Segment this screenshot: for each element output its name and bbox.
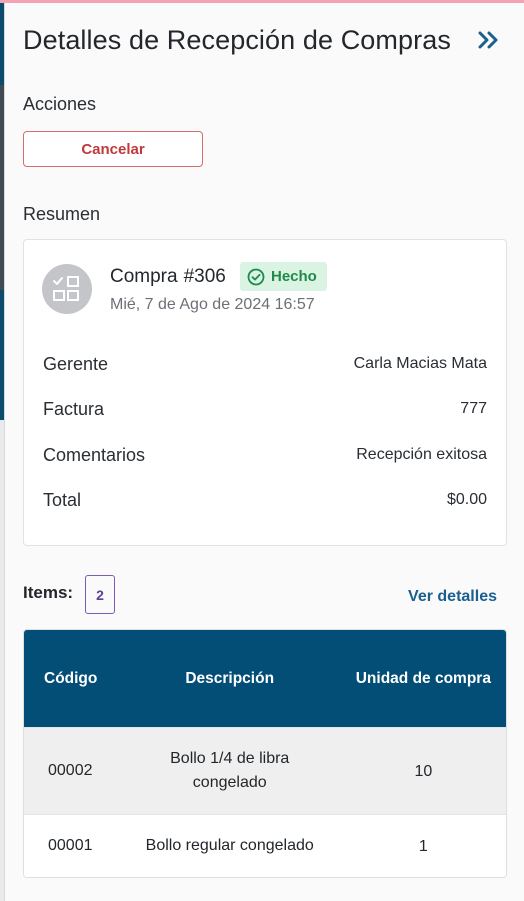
summary-label: Resumen — [23, 204, 101, 224]
column-header-description[interactable]: Descripción — [119, 670, 341, 688]
checklist-icon — [42, 264, 92, 314]
cancel-button[interactable]: Cancelar — [23, 131, 203, 167]
summary-card: Compra #306 Hecho Mié, 7 de Ago de 2024 1… — [23, 239, 507, 546]
cell-unit: 1 — [418, 837, 428, 855]
status-badge: Hecho — [240, 262, 327, 291]
purchase-word: Compra — [110, 266, 178, 287]
view-details-link[interactable]: Ver detalles — [408, 588, 497, 606]
purchase-title: Compra #306 — [110, 266, 226, 288]
actions-label: Acciones — [23, 94, 97, 114]
field-value: Carla Macias Mata — [353, 355, 487, 372]
details-panel: Detalles de Recepción de Compras Accione… — [4, 3, 524, 901]
table-header: Código Descripción Unidad de compra — [24, 630, 506, 727]
field-value: Recepción exitosa — [356, 446, 487, 463]
chevron-double-right-icon[interactable] — [476, 27, 502, 53]
field-value: 777 — [460, 400, 487, 417]
field-key: Gerente — [43, 353, 109, 374]
table-row[interactable]: 00002 Bollo 1/4 de libra congelado 10 — [24, 727, 506, 814]
column-header-unit[interactable]: Unidad de compra — [341, 664, 506, 693]
field-key: Comentarios — [43, 444, 146, 465]
field-row-invoice: Factura 777 — [43, 397, 487, 421]
items-table: Código Descripción Unidad de compra 0000… — [23, 629, 507, 878]
cell-description: Bollo regular congelado — [145, 837, 314, 854]
cell-description: Bollo 1/4 de libra congelado — [170, 750, 290, 791]
check-circle-icon — [247, 268, 265, 285]
field-key: Factura — [43, 398, 105, 419]
cell-code: 00001 — [48, 837, 93, 854]
field-row-comments: Comentarios Recepción exitosa — [43, 443, 487, 467]
field-value: $0.00 — [446, 491, 487, 508]
table-row[interactable]: 00001 Bollo regular congelado 1 — [24, 814, 506, 877]
items-count-badge: 2 — [85, 575, 115, 614]
purchase-number: #306 — [183, 266, 226, 287]
status-text: Hecho — [271, 268, 317, 285]
field-row-total: Total $0.00 — [43, 488, 487, 512]
column-header-code[interactable]: Código — [24, 670, 119, 688]
purchase-date: Mié, 7 de Ago de 2024 16:57 — [110, 296, 315, 313]
page-title: Detalles de Recepción de Compras — [23, 25, 451, 55]
field-row-manager: Gerente Carla Macias Mata — [43, 352, 487, 376]
cell-code: 00002 — [48, 762, 93, 779]
field-key: Total — [43, 489, 82, 510]
items-label: Items: — [23, 583, 74, 602]
cell-unit: 10 — [414, 762, 433, 780]
panel-header: Detalles de Recepción de Compras — [23, 23, 506, 63]
